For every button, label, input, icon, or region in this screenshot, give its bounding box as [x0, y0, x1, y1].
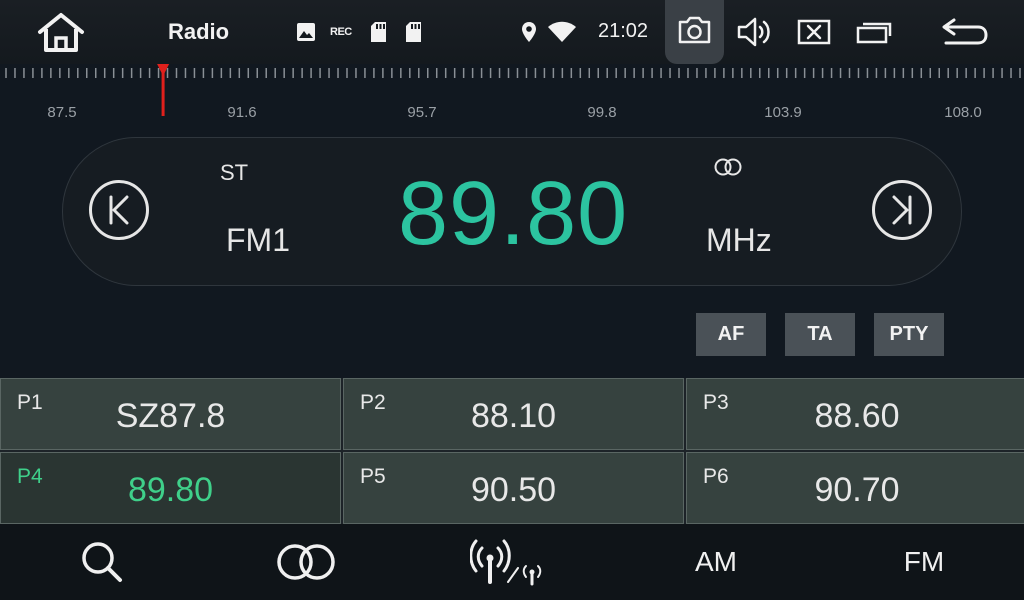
rec-label: REC	[330, 26, 352, 38]
dial-scale	[5, 64, 1021, 116]
stereo-button[interactable]	[256, 524, 356, 600]
frequency-unit: MHz	[706, 222, 772, 258]
dial-label: 108.0	[944, 104, 982, 121]
dial-label: 103.9	[764, 104, 802, 121]
back-icon	[942, 18, 988, 45]
camera-icon	[678, 16, 711, 44]
dial-label: 91.6	[227, 104, 257, 121]
antenna-icon	[470, 539, 542, 586]
sd-card-icon-2	[405, 20, 422, 44]
app-title: Radio	[168, 19, 230, 44]
search-button[interactable]	[52, 524, 152, 600]
am-label: AM	[695, 546, 737, 577]
multi-window-icon	[856, 22, 892, 44]
band-label: FM1	[226, 222, 290, 258]
skip-previous-icon	[109, 195, 129, 225]
preset-p3[interactable]: P3 88.60	[686, 378, 1024, 450]
am-band-button[interactable]: AM	[666, 524, 766, 600]
preset-frequency: 89.80	[127, 471, 214, 509]
close-app-button[interactable]	[794, 14, 834, 50]
dial-label: 95.7	[407, 104, 437, 121]
preset-p5[interactable]: P5 90.50	[343, 452, 684, 524]
seek-next-button[interactable]	[872, 180, 932, 240]
preset-frequency: 90.50	[470, 471, 557, 509]
dial-label: 87.5	[47, 104, 77, 121]
search-icon	[82, 542, 122, 582]
preset-p6[interactable]: P6 90.70	[686, 452, 1024, 524]
current-frequency: 89.80	[398, 164, 629, 264]
skip-next-icon	[892, 195, 912, 225]
location-icon	[521, 20, 537, 44]
preset-p2[interactable]: P2 88.10	[343, 378, 684, 450]
preset-frequency: SZ87.8	[115, 397, 226, 435]
fm-band-button[interactable]: FM	[874, 524, 974, 600]
bottom-toolbar: AM FM	[0, 524, 1024, 600]
stereo-icon	[277, 544, 335, 580]
clock: 21:02	[598, 20, 649, 42]
preset-p1[interactable]: P1 SZ87.8	[0, 378, 341, 450]
volume-icon	[737, 17, 770, 47]
rec-icon: REC	[330, 20, 352, 44]
stereo-icon	[712, 157, 744, 177]
volume-button[interactable]	[735, 14, 775, 50]
stereo-indicator: ST	[220, 160, 249, 185]
close-window-icon	[797, 19, 831, 45]
image-icon	[296, 20, 316, 44]
af-button[interactable]: AF	[696, 313, 766, 356]
pty-button[interactable]: PTY	[874, 313, 944, 356]
sd-card-icon	[370, 20, 387, 44]
dial-label: 99.8	[587, 104, 617, 121]
recent-apps-button[interactable]	[855, 14, 895, 50]
fm-label: FM	[903, 546, 945, 577]
home-button[interactable]	[34, 12, 88, 54]
preset-frequency: 88.10	[470, 397, 557, 435]
home-icon	[38, 13, 84, 52]
back-button[interactable]	[940, 14, 990, 50]
local-distance-button[interactable]	[460, 524, 560, 600]
status-bar: Radio REC 21:02	[0, 0, 1024, 64]
preset-grid: P1 SZ87.8 P2 88.10 P3 88.60 P4 89.80 P5 …	[0, 378, 1024, 524]
seek-previous-button[interactable]	[89, 180, 149, 240]
preset-frequency: 90.70	[814, 471, 900, 509]
dial-marker	[161, 72, 165, 116]
screenshot-button[interactable]	[665, 0, 724, 64]
preset-frequency: 88.60	[814, 397, 900, 435]
frequency-dial[interactable]: 87.5 91.6 95.7 99.8 103.9 108.0	[0, 64, 1024, 124]
ta-button[interactable]: TA	[785, 313, 855, 356]
wifi-icon	[547, 20, 577, 44]
preset-p4[interactable]: P4 89.80	[0, 452, 341, 524]
